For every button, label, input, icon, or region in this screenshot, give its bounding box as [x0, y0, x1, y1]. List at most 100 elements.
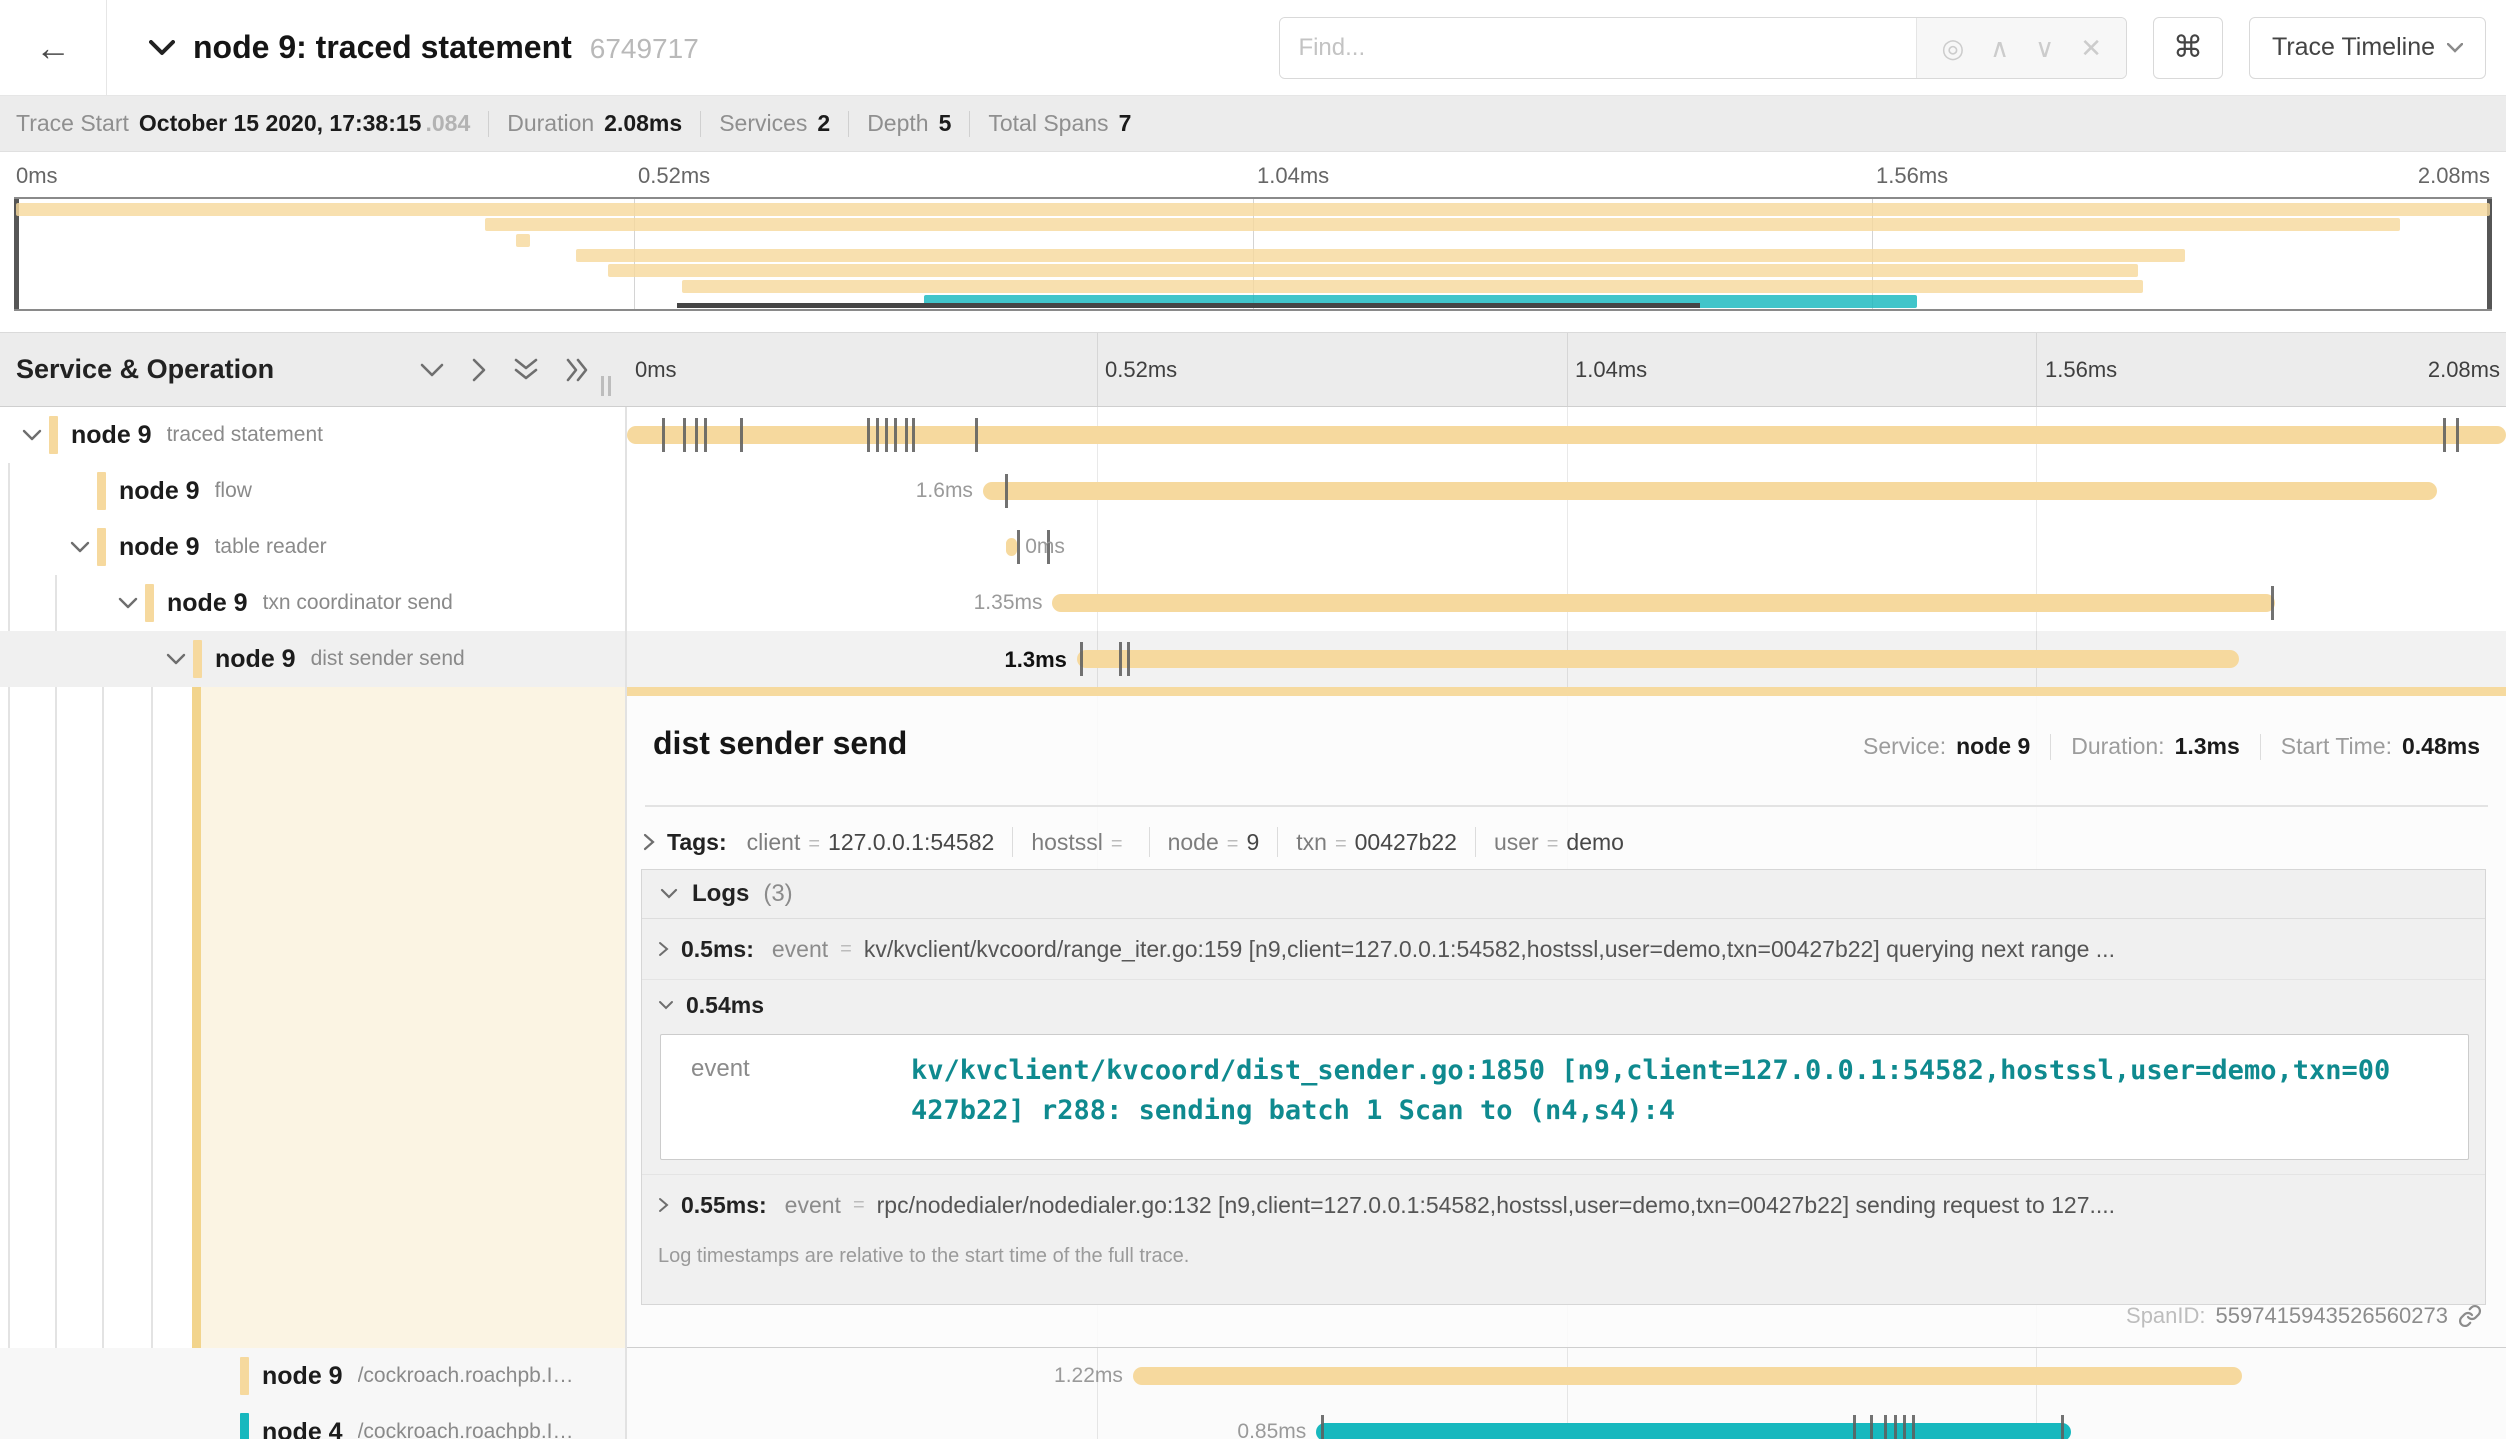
service-color-chip [240, 1357, 249, 1395]
log-event-detail-box: event kv/kvclient/kvcoord/dist_sender.go… [660, 1034, 2469, 1160]
span-bar-row-roachpb-node4[interactable]: 0.85ms [627, 1404, 2506, 1439]
log-key: event [772, 936, 828, 963]
chevron-down-icon[interactable] [22, 429, 49, 442]
service-name: node 9 [167, 589, 248, 618]
log-entry-collapsed[interactable]: 0.55ms: event = rpc/nodedialer/nodediale… [642, 1174, 2485, 1235]
span-graph-minimap: 0ms 0.52ms 1.04ms 1.56ms 2.08ms [0, 152, 2506, 330]
span-duration-bar[interactable] [1316, 1423, 2070, 1439]
span-bar-row-dist-sender-send[interactable]: 1.3ms [627, 631, 2506, 687]
span-duration-bar[interactable] [627, 426, 2506, 444]
service-name: node 9 [215, 645, 296, 674]
span-duration-bar[interactable] [1133, 1367, 2242, 1385]
collapse-one-chevron-down-icon[interactable] [419, 362, 445, 378]
tag-txn: txn=00427b22 [1296, 829, 1457, 856]
log-marker-tick [894, 418, 897, 452]
log-marker-tick [2443, 418, 2446, 452]
chevron-down-icon[interactable] [166, 653, 193, 666]
column-resize-handle[interactable] [601, 376, 611, 396]
service-name: node 9 [71, 421, 152, 450]
span-duration-label: 0ms [1025, 535, 1065, 559]
operation-name: /cockroach.roachpb.I… [358, 1364, 574, 1388]
axis-tick-label: 0ms [635, 357, 677, 383]
span-duration-bar[interactable] [983, 482, 2437, 500]
log-marker-tick [1894, 1415, 1897, 1439]
indent-guide [55, 575, 57, 1439]
span-row-label-dist-sender-send[interactable]: node 9 dist sender send [0, 631, 625, 687]
span-row-label-roachpb-node9[interactable]: node 9 /cockroach.roachpb.I… [0, 1348, 625, 1404]
span-duration-label: 1.6ms [916, 479, 973, 503]
collapse-all-double-chevron-down-icon[interactable] [513, 357, 539, 383]
indent-guide [151, 631, 153, 1439]
operation-name: table reader [215, 535, 327, 559]
operation-name: flow [215, 479, 252, 503]
minimap-axis-tick: 0ms [16, 163, 58, 189]
logs-container: Logs (3) 0.5ms: event = kv/kvclient/kvco… [641, 869, 2486, 1305]
span-row-label-table-reader[interactable]: node 9 table reader [0, 519, 625, 575]
find-nav-icons: ◎ ∧ ∨ ✕ [1916, 18, 2126, 78]
span-rows-region: node 9 traced statement node 9 flow node… [0, 407, 2506, 1439]
trace-duration: Duration2.08ms [507, 110, 682, 137]
span-row-label-flow[interactable]: node 9 flow [0, 463, 625, 519]
logs-count: (3) [763, 880, 792, 908]
log-field-key: event [661, 1035, 911, 1159]
span-detail-title: dist sender send [653, 725, 907, 762]
chevron-down-icon [2447, 43, 2463, 53]
indent-guide [102, 631, 104, 1439]
top-header: ← node 9: traced statement 6749717 ◎ ∧ ∨… [0, 0, 2506, 96]
back-button[interactable]: ← [0, 0, 107, 95]
minimap-canvas[interactable] [14, 197, 2492, 311]
log-marker-tick [1080, 642, 1083, 676]
axis-tick-label: 0.52ms [1105, 357, 1177, 383]
service-color-chip [145, 584, 154, 622]
keyboard-shortcuts-button[interactable]: ⌘ [2153, 17, 2223, 79]
axis-gridline [2036, 333, 2037, 406]
column-divider[interactable] [625, 407, 627, 1439]
tags-accordion[interactable]: Tags: client=127.0.0.1:54582 hostssl= no… [643, 827, 1624, 857]
log-timestamp: 0.54ms [686, 992, 764, 1019]
minimap-span-bar [16, 203, 2490, 216]
span-duration-bar[interactable] [1077, 650, 2239, 668]
service-name: node 4 [262, 1418, 343, 1439]
operation-name: dist sender send [311, 647, 465, 671]
span-bar-row-roachpb-node9[interactable]: 1.22ms [627, 1348, 2506, 1404]
tags-label: Tags: [667, 829, 727, 856]
collapse-trace-chevron-icon[interactable] [149, 40, 175, 56]
trace-depth: Depth5 [867, 110, 951, 137]
locate-icon[interactable]: ◎ [1941, 35, 1964, 61]
chevron-down-icon[interactable] [118, 597, 145, 610]
deep-link-icon[interactable] [2458, 1304, 2482, 1328]
log-entry-expanded-header[interactable]: 0.54ms [642, 980, 2485, 1030]
expand-one-chevron-right-icon[interactable] [471, 357, 487, 383]
span-duration-bar[interactable] [1052, 594, 2274, 612]
divider [645, 805, 2488, 807]
chevron-right-icon [658, 941, 669, 957]
timeline-table-header: Service & Operation 0ms 0.52ms 1.04ms 1.… [0, 332, 2506, 407]
prev-match-chevron-icon[interactable]: ∧ [1990, 35, 2009, 61]
tag-user: user=demo [1494, 829, 1624, 856]
find-input[interactable] [1280, 18, 1916, 78]
span-bar-row-traced-statement[interactable] [627, 407, 2506, 463]
span-row-label-traced-statement[interactable]: node 9 traced statement [0, 407, 625, 463]
span-bar-row-table-reader[interactable]: 0ms [627, 519, 2506, 575]
chevron-down-icon[interactable] [70, 541, 97, 554]
trace-view-selector[interactable]: Trace Timeline [2249, 17, 2486, 79]
log-marker-tick [1321, 1415, 1324, 1439]
span-bar-row-txn-coordinator-send[interactable]: 1.35ms [627, 575, 2506, 631]
span-duration-bar[interactable] [1006, 538, 1017, 556]
span-bar-row-flow[interactable]: 1.6ms [627, 463, 2506, 519]
back-arrow-icon: ← [35, 27, 71, 69]
axis-gridline [1097, 333, 1098, 406]
log-entry-collapsed[interactable]: 0.5ms: event = kv/kvclient/kvcoord/range… [642, 919, 2485, 980]
span-id-label: SpanID: [2126, 1303, 2206, 1329]
expand-all-double-chevron-right-icon[interactable] [565, 357, 591, 383]
log-timestamp: 0.5ms: [681, 936, 754, 963]
next-match-chevron-icon[interactable]: ∨ [2035, 35, 2054, 61]
chevron-right-icon [658, 1197, 669, 1213]
service-name: node 9 [119, 477, 200, 506]
logs-accordion-header[interactable]: Logs (3) [642, 870, 2485, 919]
service-name: node 9 [262, 1362, 343, 1391]
minimap-span-bar [682, 280, 2143, 293]
span-row-label-txn-coordinator-send[interactable]: node 9 txn coordinator send [0, 575, 625, 631]
span-row-label-roachpb-node4[interactable]: node 4 /cockroach.roachpb.I… [0, 1404, 625, 1439]
clear-search-icon[interactable]: ✕ [2080, 35, 2102, 61]
